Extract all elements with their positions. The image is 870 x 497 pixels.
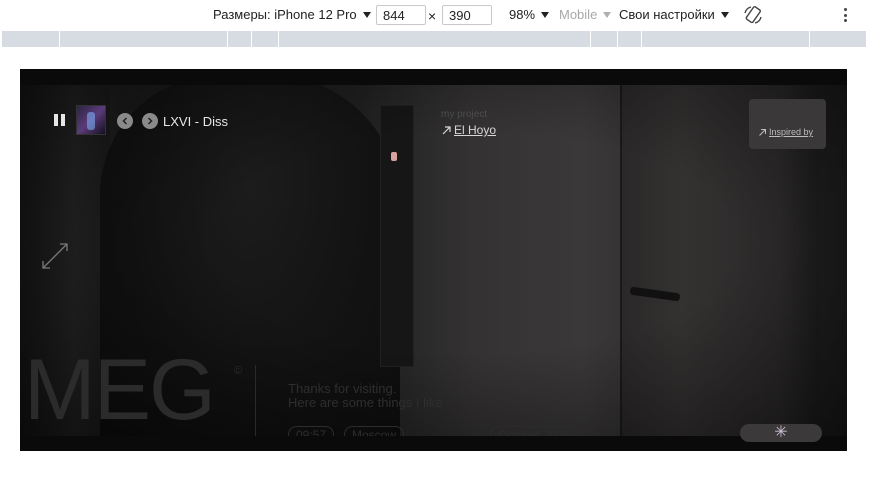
background-video: LXVI - Diss my project El Hoyo Inspired … (20, 85, 847, 436)
asterisk-icon: ✳ (774, 424, 788, 441)
chevron-down-icon (603, 11, 612, 18)
expand-icon[interactable] (40, 241, 70, 271)
chevron-down-icon (541, 11, 550, 18)
height-input[interactable] (442, 5, 492, 25)
zoom-label: 98% (509, 7, 536, 22)
inspired-panel: Inspired by (749, 99, 826, 149)
site-logo: MEG (24, 342, 216, 436)
tagline: Thanks for visiting. Here are some thing… (288, 382, 443, 410)
next-track-button[interactable] (142, 113, 158, 129)
device-toolbar: Размеры: iPhone 12 Pro × 98% Mobile Свои… (0, 0, 870, 30)
project-label: my project (441, 109, 488, 120)
media-query-segment[interactable] (809, 31, 810, 47)
rotate-icon[interactable] (742, 4, 764, 26)
chevron-right-icon (147, 117, 153, 125)
width-input[interactable] (376, 5, 426, 25)
media-query-segment[interactable] (251, 31, 252, 47)
device-select-label: Размеры: iPhone 12 Pro (213, 7, 357, 22)
chevron-down-icon (362, 11, 371, 18)
inspired-link-label: Inspired by (769, 127, 814, 137)
device-select[interactable]: Размеры: iPhone 12 Pro (213, 7, 371, 22)
dimension-separator: × (428, 8, 437, 24)
media-query-segment[interactable] (590, 31, 591, 47)
media-query-segment[interactable] (617, 31, 618, 47)
date-badge: October 2025 (490, 426, 579, 436)
media-query-bar (2, 31, 866, 47)
arrow-up-right-icon (759, 128, 766, 136)
project-link[interactable]: El Hoyo (441, 123, 496, 137)
media-query-segment[interactable] (641, 31, 642, 47)
city-badge: Moscow (344, 426, 405, 436)
zoom-select[interactable]: 98% (509, 7, 550, 22)
more-options-icon[interactable] (840, 6, 850, 24)
media-query-segment[interactable] (278, 31, 279, 47)
pause-icon[interactable] (54, 114, 68, 128)
chevron-down-icon (720, 11, 729, 18)
settings-select[interactable]: Свои настройки (619, 7, 729, 22)
copyright-mark: © (234, 365, 243, 377)
chevron-left-icon (122, 117, 128, 125)
previous-track-button[interactable] (117, 113, 133, 129)
device-viewport: LXVI - Diss my project El Hoyo Inspired … (20, 69, 847, 451)
throttle-label: Mobile (559, 7, 598, 22)
throttle-select[interactable]: Mobile (559, 7, 612, 22)
media-query-segment[interactable] (227, 31, 228, 47)
time-badge: 09:57 (288, 426, 335, 436)
settings-label: Свои настройки (619, 7, 715, 22)
album-cover (76, 105, 106, 135)
tagline-line: Here are some things I like (288, 395, 443, 410)
project-link-label: El Hoyo (454, 123, 497, 137)
track-title: LXVI - Diss (163, 114, 229, 129)
divider (255, 365, 256, 436)
star-button[interactable]: ✳ (740, 424, 822, 442)
inspired-link[interactable]: Inspired by (758, 127, 813, 137)
tagline-line: Thanks for visiting. (288, 381, 397, 396)
arrow-up-right-icon (442, 125, 451, 134)
media-query-segment[interactable] (59, 31, 60, 47)
